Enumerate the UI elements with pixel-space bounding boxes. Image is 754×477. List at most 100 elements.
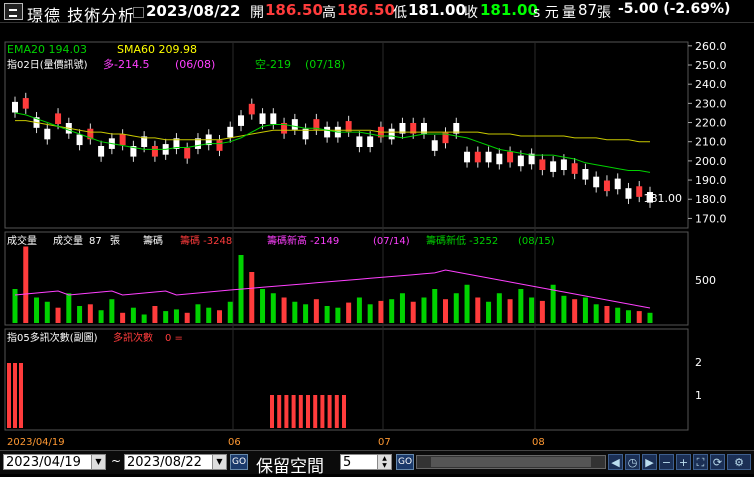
price-axis-label: 210.0 bbox=[695, 136, 727, 149]
signal-bar bbox=[19, 363, 23, 428]
candle-body bbox=[55, 113, 62, 124]
volume-panel-title: 成交量 bbox=[7, 234, 37, 247]
candle-body bbox=[431, 140, 438, 151]
volume-bar bbox=[346, 302, 352, 323]
zoom-out-icon[interactable]: − bbox=[659, 454, 674, 470]
settings-icon[interactable]: ⚙ bbox=[727, 454, 751, 470]
volume-bar bbox=[130, 307, 136, 323]
candle-body bbox=[216, 140, 223, 151]
horizontal-scrollbar[interactable] bbox=[416, 455, 606, 469]
candle-body bbox=[647, 192, 653, 203]
chip-low-date: (08/15) bbox=[518, 236, 555, 247]
bear-label: 空-219 bbox=[255, 57, 291, 71]
candle-body bbox=[593, 176, 600, 188]
signal-bar bbox=[277, 395, 282, 428]
volume-bar bbox=[486, 301, 492, 323]
volume-bar bbox=[647, 312, 653, 323]
go-button[interactable]: GO bbox=[230, 454, 248, 470]
volume-bar bbox=[249, 272, 255, 323]
volume-bar bbox=[572, 299, 578, 323]
candle-body bbox=[507, 151, 514, 163]
indicator-label: 指02日(量價訊號) bbox=[7, 58, 88, 71]
x-axis-label: 07 bbox=[378, 437, 391, 448]
end-date-value: 2023/08/22 bbox=[127, 455, 202, 470]
candle-body bbox=[625, 188, 632, 199]
price-axis-label: 240.0 bbox=[695, 78, 727, 91]
candle-body bbox=[496, 153, 503, 165]
signal-bar bbox=[7, 363, 11, 428]
volume-unit: 張 bbox=[110, 235, 120, 247]
volume-bar bbox=[260, 289, 266, 323]
volume-bar bbox=[539, 300, 545, 323]
volume-bar bbox=[496, 293, 502, 323]
zoom-in-icon[interactable]: + bbox=[676, 454, 691, 470]
candle-body bbox=[184, 147, 191, 159]
rebuild-icon[interactable]: ⟳ bbox=[710, 454, 725, 470]
signal-bar bbox=[298, 395, 303, 428]
volume-bar bbox=[77, 306, 83, 323]
reserve-space-spinner[interactable]: 5 ▲ ▼ bbox=[340, 454, 392, 470]
volume-bar bbox=[173, 309, 179, 323]
x-axis-label: 06 bbox=[228, 437, 241, 448]
signal-bar bbox=[284, 395, 289, 428]
scrollbar-thumb[interactable] bbox=[431, 457, 591, 467]
signal-panel-title: 指05多訊次數(副圖) bbox=[7, 331, 98, 344]
price-axis-label: 180.0 bbox=[695, 193, 727, 206]
candle-body bbox=[550, 161, 557, 172]
volume-bar bbox=[216, 310, 222, 323]
volume-bar bbox=[324, 306, 330, 323]
start-date-value: 2023/04/19 bbox=[6, 455, 81, 470]
volume-bar bbox=[389, 299, 395, 323]
volume-bar bbox=[206, 307, 212, 323]
volume-bar bbox=[432, 289, 438, 323]
candle-body bbox=[560, 159, 567, 171]
bear-date: (07/18) bbox=[305, 58, 345, 71]
volume-bar bbox=[12, 289, 18, 323]
volume-bar bbox=[281, 297, 287, 323]
dropdown-arrow-icon[interactable]: ▼ bbox=[91, 455, 105, 469]
spinner-arrows-icon[interactable]: ▲ ▼ bbox=[377, 455, 391, 469]
start-date-select[interactable]: 2023/04/19 ▼ bbox=[3, 454, 106, 470]
volume-bar bbox=[270, 293, 276, 323]
go-end-icon[interactable]: ▶ bbox=[642, 454, 657, 470]
dropdown-arrow-icon[interactable]: ▼ bbox=[212, 455, 226, 469]
go-button-2[interactable]: GO bbox=[396, 454, 414, 470]
price-axis-label: 170.0 bbox=[695, 212, 727, 225]
volume-bar bbox=[615, 307, 621, 323]
scroll-left-icon[interactable]: ◀ bbox=[608, 454, 623, 470]
volume-bar bbox=[227, 301, 233, 323]
volume-bar bbox=[453, 293, 459, 323]
volume-bar bbox=[475, 297, 481, 323]
volume-bar bbox=[109, 299, 115, 323]
volume-bar bbox=[34, 297, 40, 323]
signal-bar bbox=[342, 395, 346, 428]
candle-body bbox=[76, 134, 83, 146]
x-axis-label: 08 bbox=[532, 437, 545, 448]
candle-body bbox=[227, 126, 234, 138]
volume-bar bbox=[561, 295, 567, 323]
volume-bar bbox=[195, 304, 201, 323]
chip-label: 籌碼 bbox=[143, 234, 163, 247]
volume-bar bbox=[98, 310, 104, 323]
volume-bar bbox=[66, 293, 72, 323]
end-date-select[interactable]: 2023/08/22 ▼ bbox=[124, 454, 227, 470]
volume-bar bbox=[23, 246, 29, 323]
volume-bar bbox=[636, 311, 642, 323]
volume-bar bbox=[303, 304, 309, 323]
sma-label: SMA60 209.98 bbox=[117, 43, 197, 56]
signal-bar bbox=[13, 363, 17, 428]
clock-icon[interactable]: ◷ bbox=[625, 454, 640, 470]
volume-bar bbox=[518, 289, 524, 323]
volume-bar bbox=[421, 297, 427, 323]
volume-bar bbox=[44, 301, 50, 323]
volume-axis-label: 500 bbox=[695, 274, 716, 287]
signal-bar bbox=[320, 395, 325, 428]
volume-bar bbox=[55, 307, 61, 323]
candle-body bbox=[238, 115, 245, 126]
candle-body bbox=[119, 134, 126, 146]
volume-bar bbox=[399, 293, 405, 323]
candle-body bbox=[22, 98, 29, 109]
candle-body bbox=[356, 136, 363, 148]
volume-bar bbox=[335, 307, 341, 323]
fullscreen-icon[interactable]: ⛶ bbox=[693, 454, 708, 470]
